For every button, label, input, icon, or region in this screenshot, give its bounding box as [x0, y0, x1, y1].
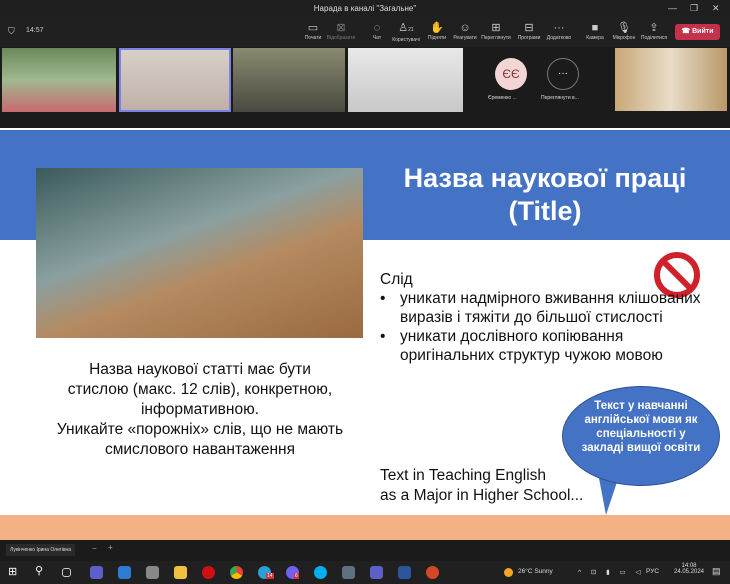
share-icon: ⇪ [649, 22, 659, 34]
shield-icon: ⛉ [8, 26, 15, 36]
participant-video[interactable] [233, 48, 345, 112]
toolbar-stop[interactable]: ⊠ Відобразити [326, 21, 356, 41]
grid-icon: ⊞ [491, 22, 501, 34]
stop-share-icon: ⊠ [336, 22, 346, 34]
tray-icons[interactable]: ^ ⊡ ▮ ▭ ◁ [578, 568, 644, 576]
minimize-button[interactable]: — [668, 0, 677, 17]
maximize-button[interactable]: ❐ [690, 0, 698, 17]
toolbar-raise-hand[interactable]: ✋ Підняти [422, 21, 452, 41]
emoji-icon: ☺ [459, 22, 471, 34]
weather-text[interactable]: 26°C Sunny [518, 568, 553, 575]
slide-title: Назва наукової праці (Title) [403, 163, 687, 226]
footer-band [0, 515, 730, 540]
bullet: уникати надмірного вживання клішованих в… [380, 289, 710, 327]
mic-icon: 🎙 [617, 22, 631, 34]
language-indicator[interactable]: РУС [646, 568, 659, 575]
window-title: Нарада в каналі "Загальне" [0, 0, 730, 17]
weather-icon [504, 568, 513, 577]
task-view-icon[interactable] [62, 568, 71, 577]
word-icon[interactable] [398, 566, 411, 579]
toolbar-share[interactable]: ⇪ Поділитися [639, 21, 669, 41]
participant-avatar[interactable]: ЄЄ [495, 58, 527, 90]
chrome-icon[interactable] [230, 566, 243, 579]
toolbar-react[interactable]: ☺ Реагувати [450, 21, 480, 41]
meeting-toolbar: ⛉ 14:57 ▭ Почати ⊠ Відобразити ◌ Чат ♙21 Кор… [0, 17, 730, 47]
calculator-icon[interactable] [342, 566, 355, 579]
presenter-video[interactable] [615, 48, 727, 111]
laptop-book-photo [36, 168, 363, 338]
view-all-label: Переглянути в... [541, 95, 579, 101]
chat-icon: ◌ [373, 22, 381, 34]
hand-icon: ✋ [430, 22, 444, 34]
app-icon[interactable] [118, 566, 131, 579]
participant-video[interactable] [348, 48, 463, 112]
participant-video[interactable] [2, 48, 116, 112]
leave-button[interactable]: ☎ Вийти [675, 24, 720, 40]
toolbar-camera[interactable]: ■ Камера [580, 21, 610, 41]
powerpoint-icon[interactable] [426, 566, 439, 579]
viber-badge: 6 [294, 573, 299, 579]
toolbar-mic[interactable]: 🎙 Мікрофон [609, 21, 639, 41]
toolbar-people[interactable]: ♙21 Користувачі [391, 21, 421, 43]
toolbar-apps[interactable]: ⊟ Програми [514, 21, 544, 41]
close-button[interactable]: ✕ [712, 0, 720, 17]
people-icon: ♙21 [398, 22, 414, 34]
teams-icon[interactable] [90, 566, 103, 579]
share-screen-icon: ▭ [307, 22, 319, 34]
taskbar: ⊞ ⚲ 14 6 26°C Sunny ^ ⊡ ▮ ▭ ◁ РУС 14:08 2… [0, 561, 730, 584]
telegram-badge: 14 [266, 573, 274, 579]
english-text: Text in Teaching English as a Major in Hi… [380, 467, 584, 504]
file-explorer-icon[interactable] [174, 566, 187, 579]
notifications-icon[interactable]: ▤ [712, 566, 721, 577]
shared-slide: Назва наукової праці (Title) Назва науко… [0, 128, 730, 540]
toolbar-chat[interactable]: ◌ Чат [362, 21, 392, 41]
windows-start-icon[interactable]: ⊞ [8, 565, 21, 578]
zoom-out-button[interactable]: − [92, 544, 97, 553]
zoom-in-button[interactable]: + [108, 543, 113, 552]
apps-icon: ⊟ [524, 22, 534, 34]
guidelines: Слід уникати надмірного вживання клішова… [380, 270, 710, 365]
presenter-name: Лукінченко Ірина Олегівна [6, 544, 76, 556]
camera-icon: ■ [591, 22, 599, 34]
skype-icon[interactable] [314, 566, 327, 579]
phone-icon: ☎ [681, 28, 693, 35]
search-icon[interactable]: ⚲ [35, 564, 48, 577]
left-text: Назва наукової статті має бути стислою (м… [56, 361, 344, 458]
toolbar-view[interactable]: ⊞ Переглянути [481, 21, 511, 41]
speech-bubble: Текст у навчанні англійської мови як спе… [562, 386, 720, 486]
clock[interactable]: 14:08 24.05.2024 [672, 563, 706, 575]
participant-name: Єременко ... [488, 95, 517, 101]
opera-icon[interactable] [202, 566, 215, 579]
meeting-timer: 14:57 [26, 27, 44, 34]
teams-active-icon[interactable] [370, 566, 383, 579]
toolbar-more[interactable]: ··· Додатково [544, 21, 574, 41]
more-icon: ··· [553, 22, 565, 34]
bullet: уникати дослівного копіювання оригінальн… [380, 327, 710, 365]
more-participants-button[interactable]: ··· [547, 58, 579, 90]
app-icon[interactable] [146, 566, 159, 579]
participant-video[interactable] [119, 48, 231, 112]
toolbar-share-start[interactable]: ▭ Почати [298, 21, 328, 41]
